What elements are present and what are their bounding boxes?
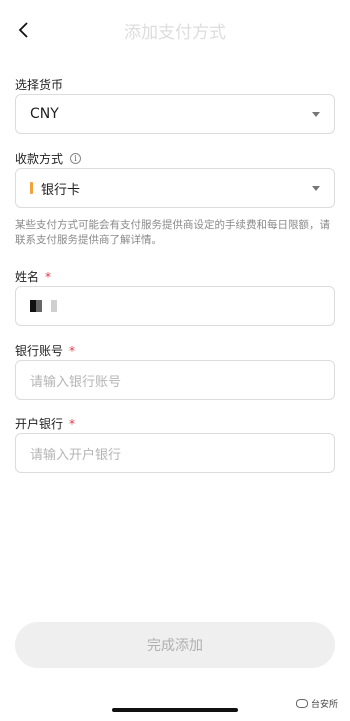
currency-label: 选择货币 [15, 76, 63, 93]
bank-label-text: 开户银行 [15, 417, 64, 431]
watermark: 台安所 [295, 697, 338, 710]
bank-card-marker [30, 182, 33, 194]
wechat-icon [295, 699, 308, 708]
payment-method-label: 收款方式 i [15, 150, 82, 167]
header: 添加支付方式 [0, 0, 350, 60]
name-label: 姓名 * [15, 268, 51, 285]
redaction-block [30, 300, 42, 312]
submit-button[interactable]: 完成添加 [15, 622, 335, 668]
home-indicator[interactable] [112, 708, 238, 712]
currency-select[interactable]: CNY [15, 94, 335, 134]
required-mark: * [69, 343, 76, 358]
redaction-block [51, 300, 57, 312]
watermark-text: 台安所 [310, 700, 338, 710]
info-icon[interactable]: i [70, 153, 82, 164]
name-value-redacted [30, 300, 57, 312]
required-mark: * [45, 269, 52, 284]
bank-label: 开户银行 * [15, 415, 75, 432]
account-number-field[interactable]: 请输入银行账号 [15, 360, 335, 400]
chevron-down-icon [312, 185, 320, 191]
chevron-down-icon [312, 111, 320, 117]
required-mark: * [69, 416, 76, 431]
page-title: 添加支付方式 [124, 23, 226, 43]
payment-method-label-text: 收款方式 [15, 152, 64, 166]
bank-name-placeholder: 请输入开户银行 [30, 447, 122, 463]
account-label: 银行账号 * [15, 342, 75, 359]
account-number-placeholder: 请输入银行账号 [30, 374, 122, 390]
account-label-text: 银行账号 [15, 344, 64, 358]
fee-note: 某些支付方式可能会有支付服务提供商设定的手续费和每日限额，请联系支付服务提供商了… [15, 219, 330, 246]
currency-label-text: 选择货币 [15, 78, 64, 92]
name-label-text: 姓名 [15, 270, 40, 284]
bank-name-field[interactable]: 请输入开户银行 [15, 433, 335, 473]
currency-value: CNY [30, 106, 59, 122]
name-field[interactable] [15, 286, 335, 326]
payment-method-value: 银行卡 [41, 182, 81, 198]
payment-method-select[interactable]: 银行卡 [15, 168, 335, 208]
